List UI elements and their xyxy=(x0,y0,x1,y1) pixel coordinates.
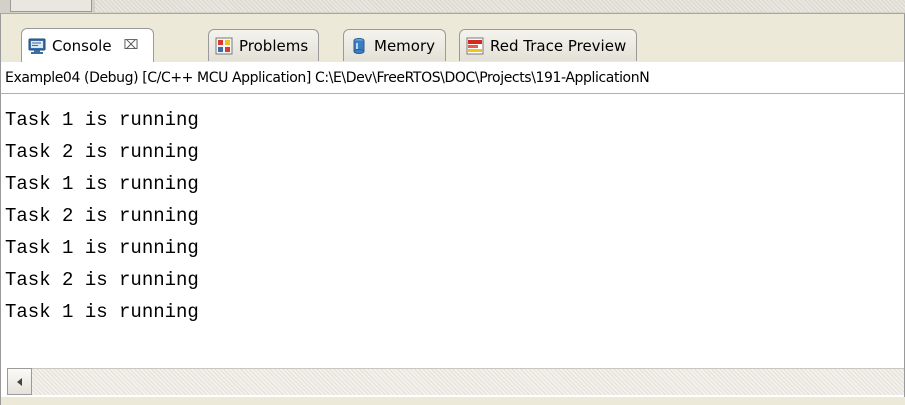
red-trace-icon xyxy=(466,37,484,54)
tab-console-label: Console xyxy=(52,36,112,55)
tab-memory-label: Memory xyxy=(374,36,436,55)
scroll-left-arrow-icon xyxy=(16,377,22,386)
scrollbar-track[interactable] xyxy=(95,0,905,12)
console-icon xyxy=(28,38,46,54)
scrollbar-thumb[interactable] xyxy=(10,0,92,12)
console-description: Example04 (Debug) [C/C++ MCU Application… xyxy=(0,64,905,94)
console-line: Task 1 is running xyxy=(5,109,199,131)
memory-icon xyxy=(353,37,365,54)
console-line: Task 2 is running xyxy=(5,205,199,227)
scrollbar-track[interactable] xyxy=(7,368,904,395)
tab-red-trace-preview-label: Red Trace Preview xyxy=(490,36,627,55)
console-output[interactable]: Task 1 is running Task 2 is running Task 1… xyxy=(0,94,905,364)
console-lines: Task 1 is running Task 2 is running Task 1… xyxy=(5,104,199,328)
console-view-window: Console ⌧ Problems Memory Red Trace Prev… xyxy=(0,0,905,405)
scroll-left-button[interactable] xyxy=(7,368,32,395)
tab-problems[interactable]: Problems xyxy=(208,29,320,61)
tab-console[interactable]: Console ⌧ xyxy=(21,28,154,62)
console-line: Task 2 is running xyxy=(5,269,199,291)
console-line: Task 2 is running xyxy=(5,141,199,163)
console-line: Task 1 is running xyxy=(5,237,199,259)
console-line: Task 1 is running xyxy=(5,173,199,195)
close-icon[interactable]: ⌧ xyxy=(124,38,139,53)
tab-red-trace-preview[interactable]: Red Trace Preview xyxy=(459,29,638,61)
view-tab-bar: Console ⌧ Problems Memory Red Trace Prev… xyxy=(0,14,905,64)
tab-problems-label: Problems xyxy=(239,36,309,55)
problems-icon xyxy=(215,37,233,54)
horizontal-scrollbar[interactable] xyxy=(0,364,905,405)
previous-view-scrollbar[interactable] xyxy=(0,0,905,14)
tab-memory[interactable]: Memory xyxy=(343,29,447,61)
view-bottom-edge xyxy=(1,397,905,405)
console-line: Task 1 is running xyxy=(5,301,199,323)
